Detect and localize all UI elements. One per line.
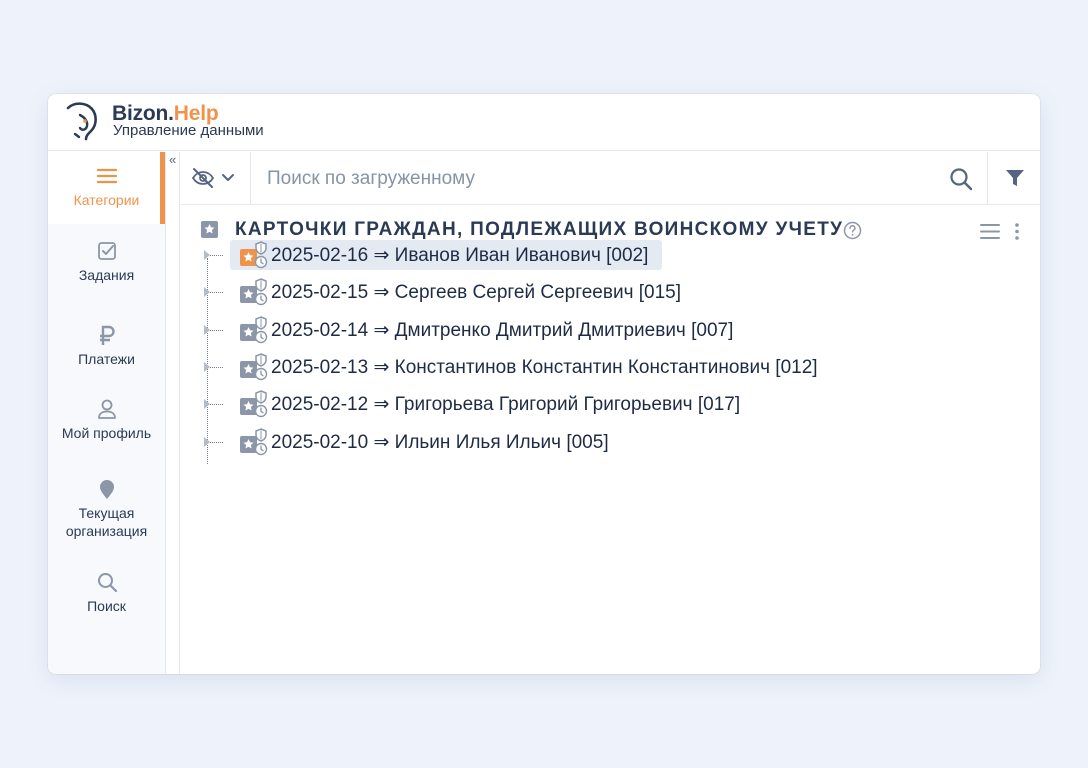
record-card-icon (239, 278, 269, 306)
page-title: КАРТОЧКИ ГРАЖДАН, ПОДЛЕЖАЩИХ ВОИНСКОМУ У… (235, 219, 844, 240)
tree-branch-line (208, 404, 223, 405)
sidebar-item-label: Задания (78, 267, 135, 283)
user-icon (97, 399, 116, 419)
record-label: 2025-02-13 ⇒ Константинов Константин Кон… (271, 357, 818, 378)
tree-row[interactable]: 2025-02-13 ⇒ Константинов Константин Кон… (201, 352, 818, 382)
record-card-icon (239, 316, 269, 344)
tree-row[interactable]: 2025-02-15 ⇒ Сергеев Сергей Сергеевич [0… (201, 277, 740, 307)
tree-branch-line (208, 255, 223, 256)
tree-branch-line (208, 292, 223, 293)
tree-row[interactable]: 2025-02-10 ⇒ Ильин Илья Ильич [005] (201, 427, 740, 457)
sidebar-item-search[interactable]: Поиск (48, 571, 165, 615)
tree-row[interactable]: 2025-02-12 ⇒ Григорьева Григорий Григорь… (201, 389, 740, 419)
more-vertical-icon[interactable] (1012, 222, 1022, 241)
sidebar-item-label: Поиск (87, 598, 126, 614)
bison-logo-icon (66, 102, 97, 141)
location-pin-icon (99, 480, 114, 499)
app-subtitle: Управление данными (113, 122, 264, 139)
sidebar-item-label: Платежи (78, 351, 135, 367)
main-content: КАРТОЧКИ ГРАЖДАН, ПОДЛЕЖАЩИХ ВОИНСКОМУ У… (181, 206, 1040, 674)
question-circle-icon[interactable] (843, 221, 862, 240)
expand-arrow-icon[interactable] (204, 399, 210, 409)
expand-arrow-icon[interactable] (204, 325, 210, 335)
checkbox-icon (97, 242, 116, 260)
star-square-icon (201, 221, 218, 238)
sidebar-item-organization[interactable]: Текущая организация (48, 478, 165, 540)
tree-branch-line (208, 442, 223, 443)
app-header: Bizon.Help Управление данными (48, 94, 1040, 151)
eye-off-icon (191, 168, 215, 188)
expand-arrow-icon[interactable] (204, 250, 210, 260)
tree-row[interactable]: 2025-02-16 ⇒ Иванов Иван Иванович [002] (201, 240, 740, 270)
sidebar-item-label: Категории (73, 192, 140, 208)
search-icon (97, 573, 117, 593)
record-label: 2025-02-10 ⇒ Ильин Илья Ильич [005] (271, 432, 609, 453)
expand-arrow-icon[interactable] (204, 437, 210, 447)
menu-icon (96, 168, 117, 184)
filter-icon (1006, 170, 1024, 186)
tree-branch-line (208, 330, 223, 331)
sidebar-item-label: Текущая (78, 505, 135, 521)
tree-branch-line (208, 367, 223, 368)
toolbar (181, 152, 1040, 205)
search-input[interactable] (267, 166, 927, 192)
tree-row[interactable]: 2025-02-14 ⇒ Дмитренко Дмитрий Дмитриеви… (201, 315, 740, 345)
record-card-icon (239, 353, 269, 381)
sidebar-item-categories[interactable]: Категории (48, 152, 165, 224)
list-icon[interactable] (980, 223, 1000, 240)
sidebar-collapse-strip: « (165, 152, 180, 674)
expand-arrow-icon[interactable] (204, 287, 210, 297)
record-card-icon (239, 428, 269, 456)
record-card-icon (239, 241, 269, 269)
sidebar-item-label: организация (65, 523, 148, 539)
filter-button[interactable] (987, 152, 1040, 204)
collapse-sidebar-button[interactable]: « (169, 152, 176, 168)
sidebar-item-payments[interactable]: Платежи (48, 324, 165, 368)
record-label: 2025-02-12 ⇒ Григорьева Григорий Григорь… (271, 394, 741, 415)
record-label: 2025-02-15 ⇒ Сергеев Сергей Сергеевич [0… (271, 282, 682, 303)
chevron-down-icon (222, 174, 234, 181)
expand-arrow-icon[interactable] (204, 362, 210, 372)
sidebar-item-profile[interactable]: Мой профиль (48, 398, 165, 442)
sidebar: Категории Задания Платежи Мой профиль Те… (48, 152, 165, 674)
record-label: 2025-02-16 ⇒ Иванов Иван Иванович [002] (271, 245, 649, 266)
visibility-dropdown-button[interactable] (181, 152, 251, 204)
sidebar-item-label: Мой профиль (61, 425, 152, 441)
ruble-icon (99, 325, 115, 345)
app-window: Bizon.Help Управление данными Категории … (48, 94, 1040, 674)
sidebar-item-tasks[interactable]: Задания (48, 240, 165, 284)
record-label: 2025-02-14 ⇒ Дмитренко Дмитрий Дмитриеви… (271, 320, 734, 341)
search-button-icon[interactable] (948, 166, 974, 192)
record-card-icon (239, 390, 269, 418)
